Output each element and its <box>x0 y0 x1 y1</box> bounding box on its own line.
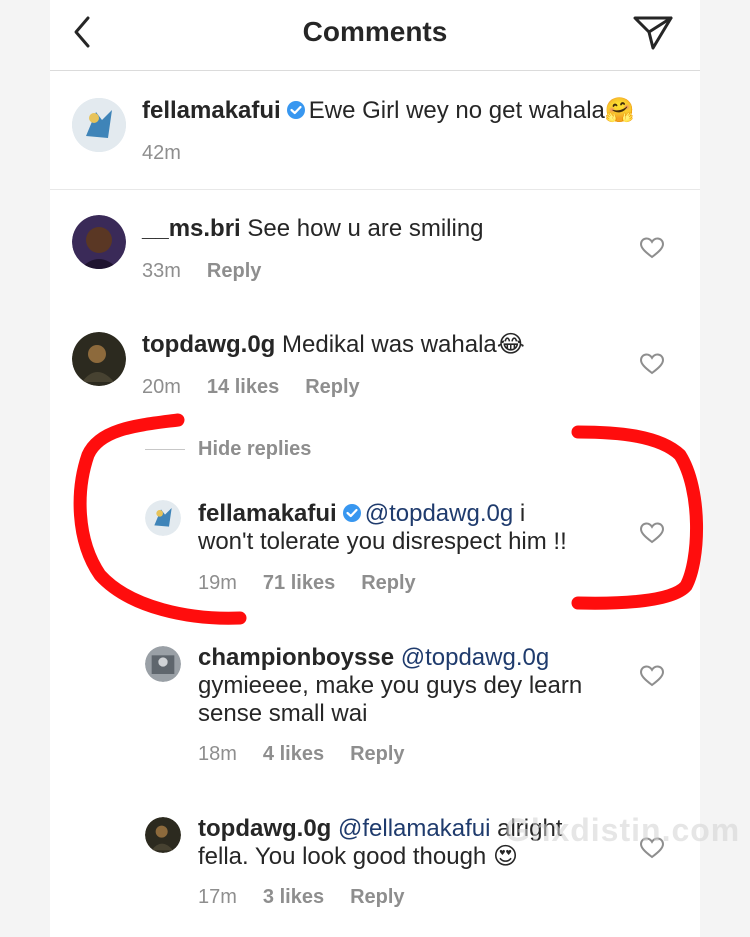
reply-button[interactable]: Reply <box>207 260 261 282</box>
page-title: Comments <box>302 16 448 47</box>
heart-icon[interactable] <box>640 665 664 687</box>
comments-screen: Comments fellamakafui Ewe Girl wey no get… <box>50 0 700 937</box>
reply-time: 18m <box>198 743 237 765</box>
mention-link[interactable]: @fellamakafui <box>338 815 490 842</box>
avatar[interactable] <box>72 332 126 386</box>
share-button[interactable] <box>632 14 674 52</box>
mention-link[interactable]: @topdawg.0g <box>401 644 549 671</box>
caption-text: fellamakafui Ewe Girl wey no get wahala🤗 <box>142 97 635 125</box>
heart-icon[interactable] <box>640 522 664 544</box>
comment-time: 33m <box>142 260 181 282</box>
reply-username[interactable]: fellamakafui <box>198 500 337 527</box>
reply-button[interactable]: Reply <box>350 743 404 765</box>
comment-meta: 20m 14 likes Reply <box>142 376 386 399</box>
hugging-face-emoji: 🤗 <box>604 97 635 124</box>
reply-text: fellamakafui @topdawg.0g i won't tolerate … <box>198 500 618 556</box>
avatar[interactable] <box>145 500 181 536</box>
reply-button[interactable]: Reply <box>350 886 404 908</box>
likes-count[interactable]: 14 likes <box>207 376 279 398</box>
reply-username[interactable]: championboysse <box>198 644 394 671</box>
tears-of-joy-emoji: 😂 <box>496 331 525 358</box>
reply-body-continued: sense small wai <box>198 700 368 727</box>
avatar[interactable] <box>145 646 181 682</box>
likes-count[interactable]: 3 likes <box>263 886 324 908</box>
caption-time: 42m <box>142 142 181 164</box>
reply-time: 19m <box>198 572 237 594</box>
reply-username[interactable]: topdawg.0g <box>198 815 331 842</box>
heart-icon[interactable] <box>640 237 664 259</box>
avatar[interactable] <box>72 98 126 152</box>
reply-meta: 18m 4 likes Reply <box>198 743 431 766</box>
caption-meta: 42m <box>142 142 207 165</box>
hide-replies-line <box>145 449 185 450</box>
comment-username[interactable]: __ms.bri <box>142 215 241 242</box>
watermark: Ghxdistin.com <box>505 812 741 848</box>
comment-time: 20m <box>142 376 181 398</box>
comment-text: __ms.bri See how u are smiling <box>142 215 484 243</box>
caption-body: Ewe Girl wey no get wahala <box>308 97 605 124</box>
avatar[interactable] <box>145 817 181 853</box>
avatar[interactable] <box>72 215 126 269</box>
likes-count[interactable]: 71 likes <box>263 572 335 594</box>
comment-text: topdawg.0g Medikal was wahala😂 <box>142 331 525 359</box>
caption-username[interactable]: fellamakafui <box>142 97 281 124</box>
reply-body: i <box>519 500 526 527</box>
comment-body: Medikal was wahala <box>282 331 497 358</box>
divider <box>50 189 700 190</box>
reply-time: 17m <box>198 886 237 908</box>
hide-replies-button[interactable]: Hide replies <box>198 438 311 461</box>
reply-body-continued: fella. You look good though <box>198 843 487 870</box>
reply-button[interactable]: Reply <box>305 376 359 398</box>
comment-meta: 33m Reply <box>142 260 287 283</box>
header-bar: Comments <box>50 0 700 71</box>
reply-meta: 17m 3 likes Reply <box>198 886 431 909</box>
reply-meta: 19m 71 likes Reply <box>198 572 442 595</box>
reply-text: championboysse @topdawg.0g gymieeee, make… <box>198 644 638 728</box>
paper-plane-icon <box>633 16 673 50</box>
comment-username[interactable]: topdawg.0g <box>142 331 275 358</box>
reply-button[interactable]: Reply <box>361 572 415 594</box>
verified-badge-icon <box>342 504 361 522</box>
comment-body: See how u are smiling <box>247 215 484 242</box>
mention-link[interactable]: @topdawg.0g <box>365 500 513 527</box>
reply-body: gymieeee, make you guys dey learn <box>198 672 583 699</box>
heart-icon[interactable] <box>640 353 664 375</box>
verified-badge-icon <box>286 101 305 119</box>
likes-count[interactable]: 4 likes <box>263 743 324 765</box>
reply-body-continued: won't tolerate you disrespect him !! <box>198 528 567 555</box>
